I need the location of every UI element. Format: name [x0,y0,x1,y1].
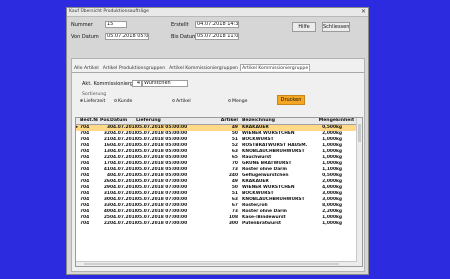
column-header[interactable]: Menge [318,118,336,124]
schliessen-button[interactable]: Schliessen [322,22,350,32]
column-header[interactable]: Artikel [218,118,238,124]
von-datum-label: Von Datum [71,34,99,40]
column-header[interactable]: Lieferung [136,118,216,124]
column-header[interactable]: Pos. [100,118,110,124]
column-header[interactable]: Einheit [336,118,354,124]
content-panel: Alle Artikel Artikel Produktionsgruppen … [71,58,365,272]
table-row[interactable]: 704 22 04.07.2018 05.07.2018 07:00:00 300 Put… [76,221,357,227]
article-grid: Best.Nr.Pos.DatumLieferungArtikel Bezeich… [75,117,363,267]
table-cell: 05.07.2018 07:00:00 [136,221,188,226]
radio-dot-icon [172,99,175,102]
column-header[interactable]: Best.Nr. [80,118,98,124]
tab-strip: Alle Artikel Artikel Produktionsgruppen … [72,64,311,72]
drucken-button[interactable]: Drucken [277,95,305,105]
close-icon[interactable]: ✕ [361,8,366,15]
tab-divider [72,72,364,73]
table-cell: 22 [103,221,110,226]
kommissioniergruppe-number[interactable]: 4 [132,80,142,87]
tab-artikel-produktionsgruppen[interactable]: Artikel Produktionsgruppen [101,64,167,71]
column-header[interactable]: Bezeichnung [242,118,316,124]
table-cell: 300 [228,221,238,226]
column-header[interactable]: Datum [110,118,136,124]
sort-radio-menge[interactable]: Menge [228,99,247,104]
von-datum-field[interactable]: 05.07.2018 05:00:00 [105,33,149,40]
vertical-scrollbar[interactable] [356,118,362,266]
hilfe-button[interactable]: Hilfe [292,22,316,32]
radio-dot-icon [114,99,117,102]
tab-artikel-kommissioniergruppen[interactable]: Artikel Kommissioniergruppen [167,64,240,71]
nummer-label: Nummer [71,22,93,28]
sort-radio-lieferzeit-label: Lieferzeit [84,99,106,104]
erstellt-label: Erstellt [171,22,189,28]
sort-radio-kunde[interactable]: Kunde [114,99,132,104]
horizontal-scroll-thumb[interactable] [84,263,339,265]
tab-alle-artikel[interactable]: Alle Artikel [72,64,101,71]
radio-dot-icon [228,99,231,102]
sortierung-label: Sortierung [82,92,107,97]
header-form: Nummer 15 Erstellt 04.07.2018 14:38:18 V… [67,17,368,55]
bis-datum-label: Bis Datum [171,34,197,40]
grid-header: Best.Nr.Pos.DatumLieferungArtikel Bezeich… [76,118,357,125]
title-bar: Kauf Übersicht Produktionsaufträge ✕ [67,8,368,17]
bis-datum-field[interactable]: 05.07.2018 11:00:00 [195,33,239,40]
horizontal-scrollbar[interactable] [76,261,357,266]
erstellt-field[interactable]: 04.07.2018 14:38:18 [195,21,239,28]
table-cell: 704 [80,221,90,226]
sort-radio-artikel-label: Artikel [176,99,191,104]
sort-radio-kunde-label: Kunde [118,99,133,104]
nummer-field[interactable]: 15 [105,21,127,28]
radio-dot-icon [80,99,83,102]
table-cell: Putenbratwurst [242,221,281,226]
kommissioniergruppe-name[interactable]: Würstchen [142,80,188,87]
sort-radio-menge-label: Menge [232,99,248,104]
sort-radio-lieferzeit[interactable]: Lieferzeit [80,99,105,104]
main-window: Kauf Übersicht Produktionsaufträge ✕ Num… [66,7,369,275]
vertical-scroll-thumb[interactable] [358,124,361,142]
tab-artikel-kommissioniergruppe[interactable]: Artikel Kommissioniergruppe [240,64,311,71]
sort-radio-artikel[interactable]: Artikel [172,99,191,104]
table-cell: kg [336,221,343,226]
table-cell: 04.07.2018 [110,221,136,226]
window-title: Kauf Übersicht Produktionsaufträge [69,9,149,14]
table-cell: 1,000 [322,221,336,226]
